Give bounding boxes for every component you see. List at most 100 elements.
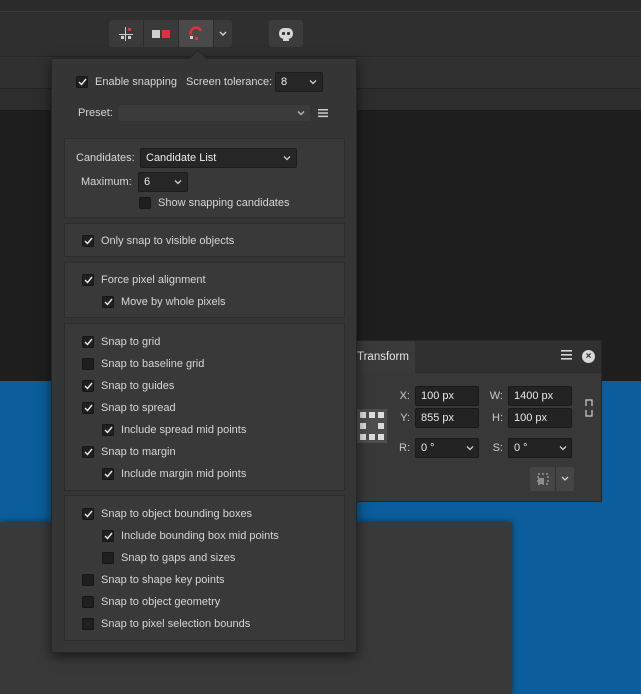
snap-align-button[interactable] <box>144 20 179 47</box>
tab-transform[interactable]: Transform <box>355 340 415 373</box>
assistant-button[interactable] <box>269 20 303 47</box>
snapping-popover: Enable snapping Screen tolerance: 8 Pres… <box>51 49 357 653</box>
checkmark-icon <box>84 448 93 456</box>
tolerance-label: Screen tolerance: <box>186 76 273 88</box>
geometry-checkbox[interactable]: Snap to object geometry <box>82 594 220 610</box>
checkmark-icon <box>84 237 93 245</box>
checkbox[interactable] <box>82 574 94 586</box>
snap-bbox-label: Snap to object bounding boxes <box>101 508 253 520</box>
guides-section: Snap to grid Snap to baseline grid Snap … <box>64 323 345 491</box>
spread-mid-label: Include spread mid points <box>121 424 247 436</box>
checkbox[interactable] <box>82 596 94 608</box>
checkbox[interactable] <box>82 358 94 370</box>
candidates-label: Candidates: <box>76 152 135 164</box>
snap-guides-label: Snap to guides <box>101 380 175 392</box>
h-field[interactable]: 100 px <box>508 408 572 428</box>
chevron-down-icon <box>283 156 291 161</box>
anchor-grid[interactable] <box>357 409 387 443</box>
w-field[interactable]: 1400 px <box>508 386 572 406</box>
preset-label: Preset: <box>78 107 113 119</box>
tolerance-select[interactable]: 8 <box>275 72 323 92</box>
snap-align-icon <box>152 29 170 38</box>
pixel-selection-checkbox[interactable]: Snap to pixel selection bounds <box>82 616 250 632</box>
checkmark-icon <box>78 78 87 86</box>
checkmark-icon <box>84 338 93 346</box>
whole-pixels-label: Move by whole pixels <box>121 296 226 308</box>
preset-menu-icon[interactable] <box>318 108 328 118</box>
checkbox[interactable] <box>139 197 151 209</box>
link-proportions-icon[interactable] <box>584 397 594 419</box>
objects-section: Snap to object bounding boxes Include bo… <box>64 495 345 641</box>
snap-spread-checkbox[interactable]: Snap to spread <box>82 400 176 416</box>
checkbox[interactable] <box>82 380 94 392</box>
visible-only-label: Only snap to visible objects <box>101 235 235 247</box>
checkbox[interactable] <box>102 552 114 564</box>
snap-bbox-checkbox[interactable]: Snap to object bounding boxes <box>82 506 252 522</box>
visibility-section: Only snap to visible objects <box>64 223 345 257</box>
checkbox[interactable] <box>82 508 94 520</box>
x-field[interactable]: 100 px <box>415 386 479 406</box>
checkbox[interactable] <box>76 76 88 88</box>
snapping-button[interactable] <box>179 20 214 47</box>
panel-menu-icon[interactable] <box>560 349 573 361</box>
checkbox[interactable] <box>102 468 114 480</box>
whole-pixels-checkbox[interactable]: Move by whole pixels <box>102 294 226 310</box>
candidates-section: Candidates: Candidate List Maximum: 6 Sh… <box>64 138 345 218</box>
snap-grid-button[interactable] <box>109 20 144 47</box>
transform-mode-dropdown[interactable] <box>556 467 574 491</box>
checkbox[interactable] <box>102 424 114 436</box>
checkmark-icon <box>84 382 93 390</box>
checkmark-icon <box>84 510 93 518</box>
assistant-robot-icon <box>279 27 293 41</box>
checkbox[interactable] <box>82 446 94 458</box>
snap-guides-checkbox[interactable]: Snap to guides <box>82 378 174 394</box>
snap-margin-checkbox[interactable]: Snap to margin <box>82 444 176 460</box>
chevron-down-icon <box>297 111 305 116</box>
checkmark-icon <box>104 298 113 306</box>
transform-origin-icon <box>537 473 548 485</box>
maximum-value: 6 <box>144 176 151 188</box>
chevron-down-icon <box>174 180 182 185</box>
snap-baseline-checkbox[interactable]: Snap to baseline grid <box>82 356 204 372</box>
snapping-dropdown-button[interactable] <box>214 20 232 47</box>
force-pixel-checkbox[interactable]: Force pixel alignment <box>82 272 206 288</box>
checkbox[interactable] <box>82 618 94 630</box>
checkbox[interactable] <box>82 274 94 286</box>
gaps-label: Snap to gaps and sizes <box>121 552 236 564</box>
bbox-mid-checkbox[interactable]: Include bounding box mid points <box>102 528 279 544</box>
gaps-checkbox[interactable]: Snap to gaps and sizes <box>102 550 235 566</box>
close-icon[interactable]: × <box>582 350 595 363</box>
spread-mid-checkbox[interactable]: Include spread mid points <box>102 422 246 438</box>
r-label: R: <box>399 442 410 454</box>
candidates-select[interactable]: Candidate List <box>140 148 297 168</box>
visible-only-checkbox[interactable]: Only snap to visible objects <box>82 233 234 249</box>
checkbox[interactable] <box>82 402 94 414</box>
y-field[interactable]: 855 px <box>415 408 479 428</box>
margin-mid-checkbox[interactable]: Include margin mid points <box>102 466 246 482</box>
checkbox[interactable] <box>102 296 114 308</box>
checkmark-icon <box>84 276 93 284</box>
checkbox[interactable] <box>82 336 94 348</box>
maximum-select[interactable]: 6 <box>138 172 188 192</box>
snapping-magnet-icon <box>189 25 203 40</box>
snap-margin-label: Snap to margin <box>101 446 176 458</box>
shear-field[interactable]: 0 ° <box>508 438 572 458</box>
enable-snapping-checkbox[interactable]: Enable snapping <box>76 74 177 90</box>
maximum-label: Maximum: <box>81 176 132 188</box>
preset-select[interactable] <box>117 104 311 122</box>
snap-grid-checkbox[interactable]: Snap to grid <box>82 334 160 350</box>
bbox-mid-label: Include bounding box mid points <box>121 530 279 542</box>
show-candidates-checkbox[interactable]: Show snapping candidates <box>139 195 289 211</box>
preset-row: Preset: <box>78 105 113 121</box>
h-label: H: <box>492 412 503 424</box>
checkbox[interactable] <box>82 235 94 247</box>
y-label: Y: <box>400 412 410 424</box>
force-pixel-label: Force pixel alignment <box>101 274 206 286</box>
transform-mode-button[interactable] <box>530 467 556 491</box>
s-label: S: <box>492 442 503 454</box>
rotation-field[interactable]: 0 ° <box>415 438 479 458</box>
shape-key-checkbox[interactable]: Snap to shape key points <box>82 572 225 588</box>
margin-mid-label: Include margin mid points <box>121 468 247 480</box>
enable-snapping-label: Enable snapping <box>95 76 177 88</box>
checkbox[interactable] <box>102 530 114 542</box>
